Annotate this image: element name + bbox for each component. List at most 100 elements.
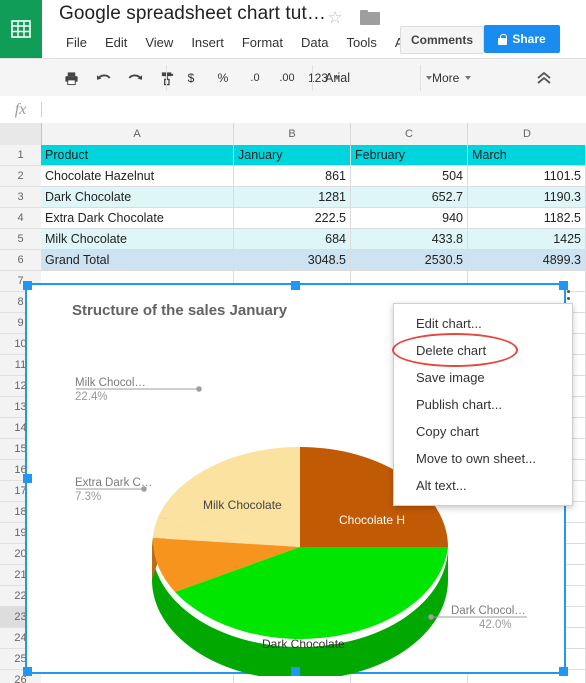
cell-B4[interactable]: 222.5	[234, 208, 351, 229]
cell-D6[interactable]: 4899.3	[468, 250, 586, 271]
more-menu-label: More	[432, 71, 460, 85]
percent-format-button[interactable]: %	[210, 65, 236, 91]
cell-D1[interactable]: March	[468, 145, 586, 166]
redo-arrow-icon[interactable]	[122, 65, 148, 91]
cell-C5[interactable]: 433.8	[351, 229, 468, 250]
toolbar-divider-3	[420, 65, 421, 91]
cell-C6[interactable]: 2530.5	[351, 250, 468, 271]
table-row: Product January February March	[41, 145, 586, 166]
cell-D4[interactable]: 1182.5	[468, 208, 586, 229]
menu-item-insert[interactable]: Insert	[182, 33, 233, 52]
table-row: Milk Chocolate 684 433.8 1425	[41, 229, 586, 250]
row-header-1[interactable]: 1	[0, 145, 41, 166]
star-outline-icon[interactable]: ☆	[326, 9, 344, 27]
sheets-grid-icon[interactable]	[0, 0, 42, 58]
slice-label-dark-chocolate: Dark Chocolate	[262, 637, 345, 651]
menu-item-edit[interactable]: Edit	[96, 33, 136, 52]
row-header-6[interactable]: 6	[0, 250, 41, 271]
cell-D2[interactable]: 1101.5	[468, 166, 586, 187]
comments-button[interactable]: Comments	[400, 26, 485, 54]
cell-A1[interactable]: Product	[41, 145, 234, 166]
menu-bar: File Edit View Insert Format Data Tools …	[57, 33, 431, 52]
cell-C2[interactable]: 504	[351, 166, 468, 187]
column-header-d[interactable]: D	[468, 123, 586, 145]
share-button[interactable]: Share	[484, 25, 560, 53]
toolbar-collapse	[528, 59, 560, 97]
column-header-a[interactable]: A	[41, 123, 234, 145]
menu-item-file[interactable]: File	[57, 33, 96, 52]
chart-resize-handle-br[interactable]	[559, 667, 568, 676]
menu-item-view[interactable]: View	[136, 33, 182, 52]
menu-item-move-to-own-sheet[interactable]: Move to own sheet...	[394, 445, 572, 472]
row-header-3[interactable]: 3	[0, 187, 41, 208]
chart-resize-handle-tl[interactable]	[23, 281, 32, 290]
table-row: Extra Dark Chocolate 222.5 940 1182.5	[41, 208, 586, 229]
cell-B3[interactable]: 1281	[234, 187, 351, 208]
callout-label-dark-pct: 42.0%	[479, 619, 512, 631]
formula-bar: fx	[0, 96, 586, 124]
menu-item-tools[interactable]: Tools	[337, 33, 385, 52]
menu-item-alt-text[interactable]: Alt text...	[394, 472, 572, 499]
toolbar-group-actions	[55, 59, 183, 97]
cell-B1[interactable]: January	[234, 145, 351, 166]
more-menu-button[interactable]: More	[432, 59, 472, 97]
page-title[interactable]: Google spreadsheet chart tut…	[59, 3, 326, 25]
row-header-4[interactable]: 4	[0, 208, 41, 229]
cell-C1[interactable]: February	[351, 145, 468, 166]
chart-context-menu: Edit chart... Delete chart Save image Pu…	[393, 303, 573, 506]
callout-label-dark-name: Dark Chocol…	[451, 605, 526, 617]
table-row: Grand Total 3048.5 2530.5 4899.3	[41, 250, 586, 271]
callout-label-extradark-name: Extra Dark C…	[75, 477, 153, 489]
slice-label-chocolate-hazelnut: Chocolate H	[339, 513, 406, 527]
cell-A4[interactable]: Extra Dark Chocolate	[41, 208, 234, 229]
menu-item-publish-chart[interactable]: Publish chart...	[394, 391, 572, 418]
slice-label-milk-chocolate: Milk Chocolate	[203, 498, 282, 512]
menu-item-edit-chart[interactable]: Edit chart...	[394, 310, 572, 337]
row-header-5[interactable]: 5	[0, 229, 41, 250]
menu-item-save-image[interactable]: Save image	[394, 364, 572, 391]
table-row: Chocolate Hazelnut 861 504 1101.5	[41, 166, 586, 187]
cell-B2[interactable]: 861	[234, 166, 351, 187]
cell-D3[interactable]: 1190.3	[468, 187, 586, 208]
menu-item-format[interactable]: Format	[233, 33, 292, 52]
menu-item-data[interactable]: Data	[292, 33, 337, 52]
print-icon[interactable]	[58, 65, 84, 91]
select-all-corner[interactable]	[0, 123, 42, 145]
column-header-c[interactable]: C	[351, 123, 468, 145]
chevron-double-up-icon[interactable]	[531, 65, 557, 91]
undo-arrow-icon[interactable]	[90, 65, 116, 91]
currency-format-button[interactable]: $	[178, 65, 204, 91]
fx-icon: fx	[14, 100, 27, 118]
share-button-label: Share	[512, 32, 546, 46]
cell-B6[interactable]: 3048.5	[234, 250, 351, 271]
comments-button-label: Comments	[411, 33, 474, 47]
chart-resize-handle-tc[interactable]	[291, 281, 300, 290]
decrease-decimal-button[interactable]: .0	[242, 65, 268, 91]
font-family-select[interactable]: Arial	[313, 59, 442, 97]
callout-label-milk-name: Milk Chocol…	[75, 377, 146, 389]
chart-resize-handle-bc[interactable]	[291, 667, 300, 676]
formula-input[interactable]	[42, 96, 586, 123]
cell-C3[interactable]: 652.7	[351, 187, 468, 208]
cell-A3[interactable]: Dark Chocolate	[41, 187, 234, 208]
cell-A5[interactable]: Milk Chocolate	[41, 229, 234, 250]
font-family-label: Arial	[325, 71, 351, 85]
row-header-2[interactable]: 2	[0, 166, 41, 187]
app-header: Google spreadsheet chart tut… ☆ File Edi…	[0, 0, 586, 58]
chevron-down-icon	[465, 76, 472, 80]
column-header-b[interactable]: B	[234, 123, 351, 145]
cell-B5[interactable]: 684	[234, 229, 351, 250]
menu-item-delete-chart[interactable]: Delete chart	[394, 337, 572, 364]
chart-resize-handle-bl[interactable]	[23, 667, 32, 676]
lock-icon	[498, 33, 508, 45]
chart-resize-handle-ml[interactable]	[23, 474, 32, 483]
cell-A2[interactable]: Chocolate Hazelnut	[41, 166, 234, 187]
toolbar: $ % .0 .00 123 Arial More	[0, 58, 586, 98]
cell-C4[interactable]: 940	[351, 208, 468, 229]
cell-D5[interactable]: 1425	[468, 229, 586, 250]
cell-A6[interactable]: Grand Total	[41, 250, 234, 271]
toolbar-divider	[166, 65, 167, 91]
folder-icon[interactable]	[360, 10, 380, 25]
increase-decimal-button[interactable]: .00	[274, 65, 300, 91]
menu-item-copy-chart[interactable]: Copy chart	[394, 418, 572, 445]
